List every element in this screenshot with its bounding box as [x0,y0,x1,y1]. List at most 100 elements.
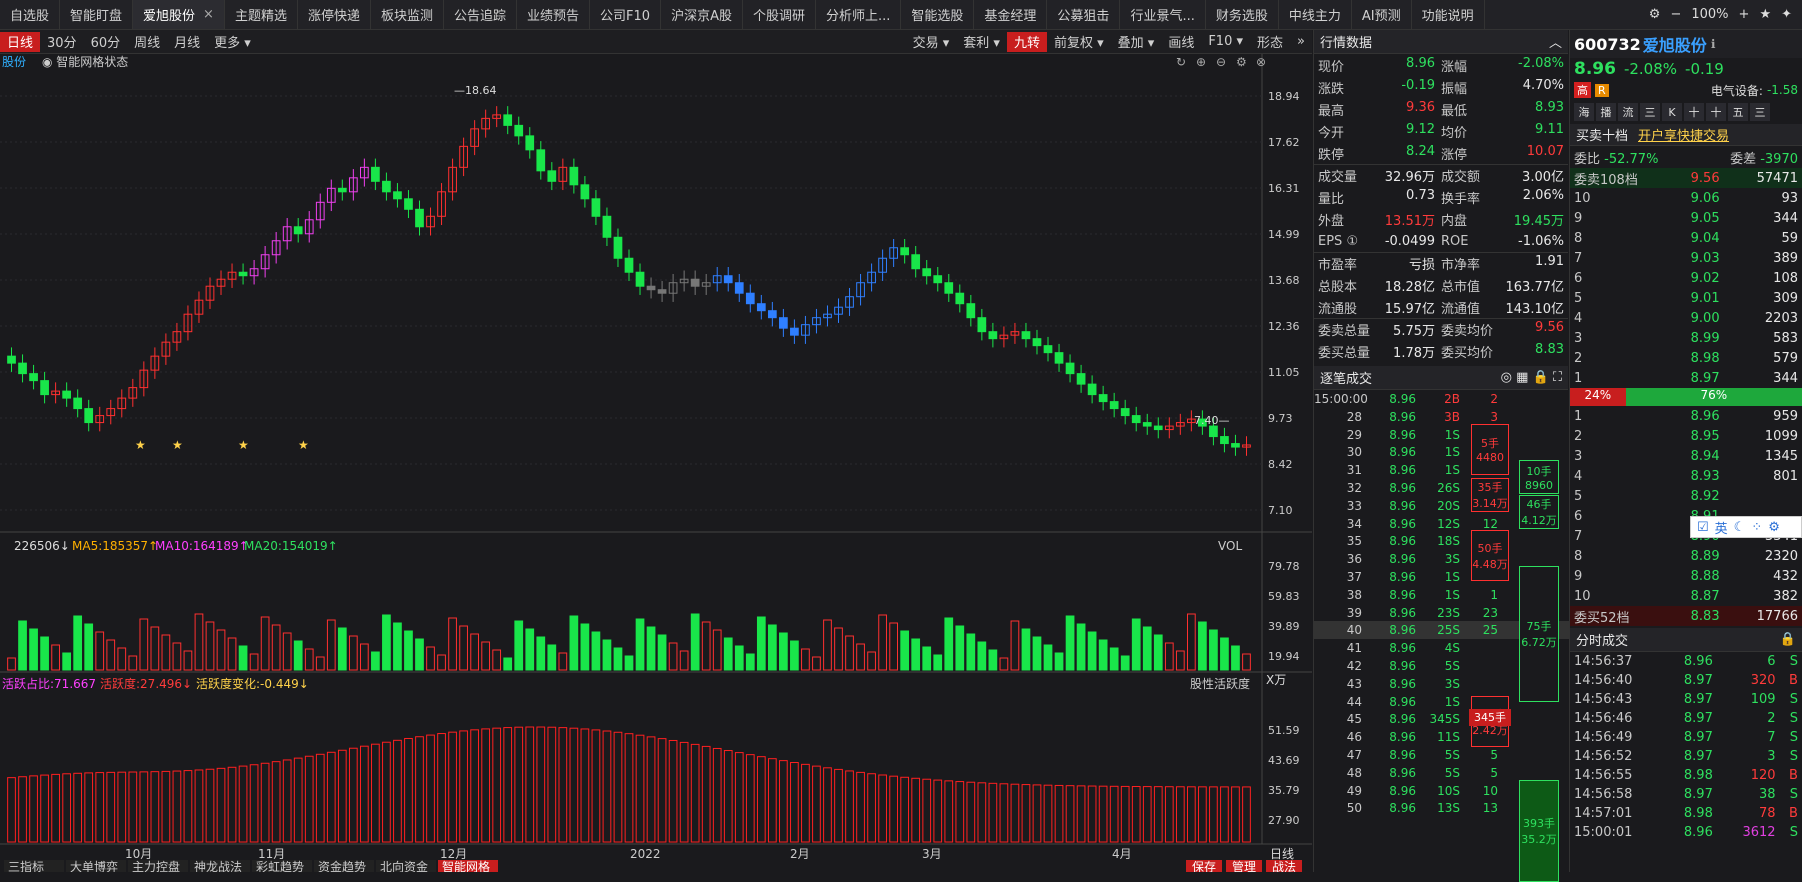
book-row[interactable]: 7 9.03 389 [1570,248,1802,268]
timeshare-row[interactable]: 14:56:58 8.97 38 S [1570,785,1802,804]
tick-row[interactable]: 468.9611S11 [1314,728,1569,746]
timeshare-row[interactable]: 14:56:49 8.97 7 S [1570,728,1802,747]
tab-7[interactable]: 业绩预告 [517,0,591,29]
tab-8[interactable]: 公司F10 [590,0,662,29]
tab-14[interactable]: 公募狙击 [1047,0,1121,29]
bottom-tab[interactable]: 彩虹趋势 [256,860,304,874]
book-row[interactable]: 4 9.00 2203 [1570,308,1802,328]
chart-tool-icon[interactable]: ⊖ [1216,55,1226,69]
bottom-tab[interactable]: 智能网格 [442,859,490,874]
ime-lang[interactable]: 英 [1715,518,1728,537]
tab-15[interactable]: 行业景气... [1120,0,1206,29]
bottom-btn[interactable]: 保存 [1192,860,1216,874]
timeshare-row[interactable]: 14:57:01 8.98 78 B [1570,804,1802,823]
chart-tool-icon[interactable]: ⚙ [1236,55,1247,69]
timeshare-list[interactable]: 14:56:37 8.96 6 S 14:56:40 8.97 320 B 14:56:43 8.… [1570,652,1802,842]
shortcut-button[interactable]: 三 [1640,103,1660,121]
tab-3[interactable]: 主题精选 [225,0,298,29]
moon-icon[interactable]: ☾ [1734,520,1746,535]
tool-2[interactable]: 九转 [1006,31,1047,52]
bottom-tab[interactable]: 资金趋势 [318,859,366,874]
book-row[interactable]: 2 8.95 1099 [1570,426,1802,446]
expand-icon[interactable]: ⛶ [1553,370,1562,385]
bottom-tab[interactable]: 神龙战法 [194,860,242,874]
timeshare-row[interactable]: 14:56:52 8.97 3 S [1570,747,1802,766]
timeshare-row[interactable]: 14:56:40 8.97 320 B [1570,671,1802,690]
chart-tool-icon[interactable]: ↻ [1176,55,1186,69]
tool-1[interactable]: 套利 ▾ [956,32,1007,51]
tick-row[interactable]: 35 8.96 18S [1314,532,1569,550]
period-2[interactable]: 60分 [84,32,128,51]
shortcut-button[interactable]: 三 [1750,103,1770,121]
book-row[interactable]: 5 9.01 309 [1570,288,1802,308]
tab-12[interactable]: 智能选股 [901,0,975,29]
open-account-link[interactable]: 开户享快捷交易 [1638,125,1729,144]
book-row[interactable]: 9 8.88 432 [1570,566,1802,586]
tab-2[interactable]: 爱旭股份 × [133,0,225,29]
shortcut-button[interactable]: 十 [1684,103,1704,121]
bottom-tab[interactable]: 大单博弈 [70,859,118,874]
shortcut-button[interactable]: 五 [1728,103,1748,121]
tick-row[interactable]: 308.961S5 [1314,443,1569,461]
shortcut-button[interactable]: K [1662,103,1682,121]
tool-0[interactable]: 交易 ▾ [906,32,957,51]
collapse-icon[interactable]: ︿ [1549,32,1562,51]
tab-1[interactable]: 智能盯盘 [60,0,134,29]
bottom-btn[interactable]: 战法 [1272,860,1296,874]
tick-row[interactable]: 15:00:00 8.96 2B 2 [1314,390,1569,408]
settings-icon[interactable]: ⚙ [1649,7,1661,22]
tool-3[interactable]: 前复权 ▾ [1047,32,1111,51]
pin-icon[interactable]: ✦ [1781,7,1792,22]
collapse-right-icon[interactable]: » [1290,34,1312,49]
tool-5[interactable]: 画线 [1161,32,1201,51]
book-row[interactable]: 3 8.99 583 [1570,328,1802,348]
period-4[interactable]: 月线 [167,32,207,51]
chart-tool-icon[interactable]: ⊗ [1256,55,1266,69]
book-row[interactable]: 5 8.92 [1570,486,1802,506]
grid-icon[interactable]: ▦ [1516,370,1528,385]
tab-17[interactable]: 中线主力 [1279,0,1352,29]
tab-5[interactable]: 板块监测 [371,0,444,29]
ticks-list[interactable]: 15:00:008.962B2288.963B3298.961S1308.961… [1314,390,1569,882]
close-icon[interactable]: × [203,7,214,22]
bottom-tab[interactable]: 北向资金 [380,859,428,874]
book-row[interactable]: 10 9.06 93 [1570,188,1802,208]
period-3[interactable]: 周线 [127,32,167,51]
tab-19[interactable]: 功能说明 [1412,0,1485,29]
period-0[interactable]: 日线 [0,31,41,52]
book-row[interactable]: 委买52档 8.83 17766 [1570,606,1802,626]
tick-row[interactable]: 28 8.96 3B 3 [1314,408,1569,426]
tab-4[interactable]: 涨停快递 [298,0,371,29]
period-1[interactable]: 30分 [40,32,84,51]
book-row[interactable]: 2 8.98 579 [1570,348,1802,368]
book-row[interactable]: 1 8.97 344 [1570,368,1802,388]
tool-6[interactable]: F10 ▾ [1201,34,1250,49]
chart-tool-icon[interactable]: ⊕ [1196,55,1206,69]
tab-18[interactable]: AI预测 [1352,0,1412,29]
book-row[interactable]: 10 8.87 382 [1570,586,1802,606]
shortcut-button[interactable]: 十 [1706,103,1726,121]
tab-6[interactable]: 公告追踪 [444,0,518,29]
zoom-in-icon[interactable]: + [1739,7,1750,22]
kline-chart[interactable]: 股份 ◉ 智能网格状态 18.94 17.62 16.31 14.99 13.68 12.36… [0,54,1312,874]
timeshare-row[interactable]: 14:56:46 8.97 2 S [1570,709,1802,728]
tick-row[interactable]: 47 8.96 5S 5 [1314,746,1569,764]
star-marker[interactable]: ★ [135,438,146,452]
period-5[interactable]: 更多 ▾ [207,32,258,51]
bottom-tab[interactable]: 三指标 [8,859,44,874]
bottom-btn[interactable]: 管理 [1232,859,1256,874]
shortcut-button[interactable]: 流 [1618,103,1638,121]
book-row[interactable]: 1 8.96 959 [1570,406,1802,426]
dots-icon[interactable]: ⁘ [1751,520,1762,535]
bottom-tab[interactable]: 主力控盘 [132,859,180,874]
gear-icon[interactable]: ⚙ [1768,520,1780,535]
tick-row[interactable]: 45 8.96 345S 345手 [1314,704,1569,734]
tab-16[interactable]: 财务选股 [1206,0,1279,29]
grid-state[interactable]: ◉ 智能网格状态 [42,54,128,69]
book-row[interactable]: 3 8.94 1345 [1570,446,1802,466]
ime-check-icon[interactable]: ☑ [1697,520,1709,535]
timeshare-row[interactable]: 14:56:37 8.96 6 S [1570,652,1802,671]
star-marker[interactable]: ★ [298,438,309,452]
tool-7[interactable]: 形态 [1250,32,1290,51]
book-row[interactable]: 6 9.02 108 [1570,268,1802,288]
